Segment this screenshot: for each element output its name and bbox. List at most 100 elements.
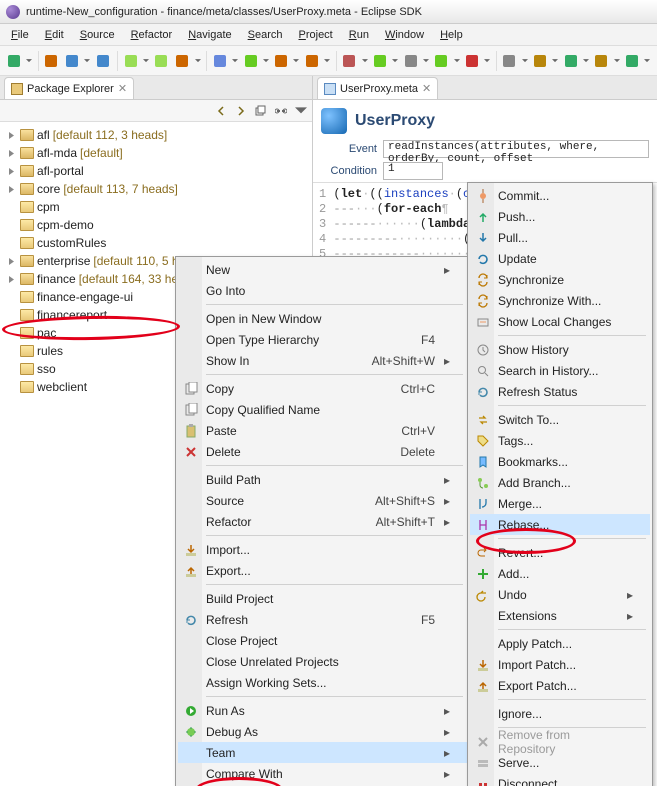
- annotation-next-icon[interactable]: [462, 51, 481, 71]
- new-icon[interactable]: [4, 51, 23, 71]
- twistie-icon[interactable]: [6, 292, 17, 303]
- dropdown-icon[interactable]: [521, 51, 529, 71]
- close-icon[interactable]: ✕: [422, 82, 431, 95]
- team-submenu[interactable]: Commit...Push...Pull...UpdateSynchronize…: [467, 182, 653, 786]
- menu-item-refresh-status[interactable]: Refresh Status: [470, 381, 650, 402]
- menu-item-extensions[interactable]: Extensions▸: [470, 605, 650, 626]
- close-icon[interactable]: ✕: [118, 82, 127, 95]
- menu-item-paste[interactable]: PasteCtrl+V: [178, 420, 467, 441]
- tree-node-customRules[interactable]: customRules: [6, 234, 312, 252]
- project-context-menu[interactable]: New▸Go IntoOpen in New WindowOpen Type H…: [175, 256, 470, 786]
- twistie-icon[interactable]: [6, 382, 17, 393]
- menu-navigate[interactable]: Navigate: [181, 27, 238, 43]
- external-tools-icon[interactable]: [272, 51, 291, 71]
- menu-item-show-local-changes[interactable]: Show Local Changes: [470, 311, 650, 332]
- menu-window[interactable]: Window: [378, 27, 431, 43]
- menu-item-switch-to[interactable]: Switch To...: [470, 409, 650, 430]
- twistie-icon[interactable]: [6, 346, 17, 357]
- dropdown-icon[interactable]: [422, 51, 430, 71]
- search-icon[interactable]: [401, 51, 420, 71]
- twistie-icon[interactable]: [6, 184, 17, 195]
- menu-help[interactable]: Help: [433, 27, 470, 43]
- editor-tab[interactable]: UserProxy.meta ✕: [317, 77, 438, 99]
- menu-item-undo[interactable]: Undo▸: [470, 584, 650, 605]
- menu-item-copy-qualified-name[interactable]: Copy Qualified Name: [178, 399, 467, 420]
- menu-source[interactable]: Source: [73, 27, 122, 43]
- menu-item-apply-patch[interactable]: Apply Patch...: [470, 633, 650, 654]
- tree-node-afl-mda[interactable]: afl-mda [default]: [6, 144, 312, 162]
- condition-field[interactable]: 1: [383, 162, 443, 180]
- menu-file[interactable]: File: [4, 27, 36, 43]
- annotation-prev-icon[interactable]: [432, 51, 451, 71]
- menu-item-debug-as[interactable]: Debug As▸: [178, 721, 467, 742]
- menu-item-copy[interactable]: CopyCtrl+C: [178, 378, 467, 399]
- new-plugin-icon[interactable]: [152, 51, 171, 71]
- toggle-icon[interactable]: [592, 51, 611, 71]
- menu-item-refactor[interactable]: RefactorAlt+Shift+T▸: [178, 511, 467, 532]
- menu-refactor[interactable]: Refactor: [124, 27, 180, 43]
- menu-item-rebase[interactable]: Rebase...: [470, 514, 650, 535]
- dropdown-icon[interactable]: [483, 51, 491, 71]
- twistie-icon[interactable]: [6, 256, 17, 267]
- main-toolbar[interactable]: [0, 46, 657, 76]
- open-type-icon[interactable]: [370, 51, 389, 71]
- menu-item-close-unrelated-projects[interactable]: Close Unrelated Projects: [178, 651, 467, 672]
- tree-node-core[interactable]: core [default 113, 7 heads]: [6, 180, 312, 198]
- menu-item-revert[interactable]: Revert...: [470, 542, 650, 563]
- twistie-icon[interactable]: [6, 220, 17, 231]
- menu-edit[interactable]: Edit: [38, 27, 71, 43]
- menu-item-team[interactable]: Team▸: [178, 742, 467, 763]
- new-java-icon[interactable]: [302, 51, 321, 71]
- menu-item-export-patch[interactable]: Export Patch...: [470, 675, 650, 696]
- dropdown-icon[interactable]: [453, 51, 461, 71]
- dropdown-icon[interactable]: [194, 51, 202, 71]
- debug-icon[interactable]: [210, 51, 229, 71]
- dropdown-icon[interactable]: [323, 51, 331, 71]
- menu-item-open-in-new-window[interactable]: Open in New Window: [178, 308, 467, 329]
- menu-item-show-in[interactable]: Show InAlt+Shift+W▸: [178, 350, 467, 371]
- run-icon[interactable]: [241, 51, 260, 71]
- new-package-icon[interactable]: [340, 51, 359, 71]
- menu-item-close-project[interactable]: Close Project: [178, 630, 467, 651]
- twistie-icon[interactable]: [6, 364, 17, 375]
- menu-item-synchronize-with[interactable]: Synchronize With...: [470, 290, 650, 311]
- dropdown-icon[interactable]: [142, 51, 150, 71]
- twistie-icon[interactable]: [6, 310, 17, 321]
- menu-item-source[interactable]: SourceAlt+Shift+S▸: [178, 490, 467, 511]
- menu-item-serve[interactable]: Serve...: [470, 752, 650, 773]
- dropdown-icon[interactable]: [361, 51, 369, 71]
- menu-item-commit[interactable]: Commit...: [470, 185, 650, 206]
- menu-item-add[interactable]: Add...: [470, 563, 650, 584]
- forward-icon[interactable]: [561, 51, 580, 71]
- dropdown-icon[interactable]: [293, 51, 301, 71]
- menu-item-tags[interactable]: Tags...: [470, 430, 650, 451]
- skip-breakpoints-icon[interactable]: [121, 51, 140, 71]
- menu-item-update[interactable]: Update: [470, 248, 650, 269]
- twistie-icon[interactable]: [6, 148, 17, 159]
- twistie-icon[interactable]: [6, 238, 17, 249]
- run-config-icon[interactable]: [622, 51, 641, 71]
- tree-node-afl-portal[interactable]: afl-portal: [6, 162, 312, 180]
- dropdown-icon[interactable]: [392, 51, 400, 71]
- menu-bar[interactable]: FileEditSourceRefactorNavigateSearchProj…: [0, 24, 657, 46]
- dropdown-icon[interactable]: [231, 51, 239, 71]
- package-explorer-toolbar[interactable]: [0, 100, 312, 122]
- dropdown-icon[interactable]: [582, 51, 590, 71]
- dropdown-icon[interactable]: [25, 51, 33, 71]
- menu-item-push[interactable]: Push...: [470, 206, 650, 227]
- print-icon[interactable]: [93, 51, 112, 71]
- tree-node-cpm[interactable]: cpm: [6, 198, 312, 216]
- menu-item-compare-with[interactable]: Compare With▸: [178, 763, 467, 784]
- twistie-icon[interactable]: [6, 166, 17, 177]
- forward-icon[interactable]: [234, 104, 248, 118]
- menu-item-add-branch[interactable]: Add Branch...: [470, 472, 650, 493]
- menu-item-show-history[interactable]: Show History: [470, 339, 650, 360]
- menu-item-bookmarks[interactable]: Bookmarks...: [470, 451, 650, 472]
- menu-item-run-as[interactable]: Run As▸: [178, 700, 467, 721]
- view-menu-icon[interactable]: [294, 104, 308, 118]
- twistie-icon[interactable]: [6, 130, 17, 141]
- package-explorer-tab[interactable]: Package Explorer ✕: [4, 77, 134, 99]
- menu-item-export[interactable]: Export...: [178, 560, 467, 581]
- last-edit-icon[interactable]: [500, 51, 519, 71]
- menu-item-merge[interactable]: Merge...: [470, 493, 650, 514]
